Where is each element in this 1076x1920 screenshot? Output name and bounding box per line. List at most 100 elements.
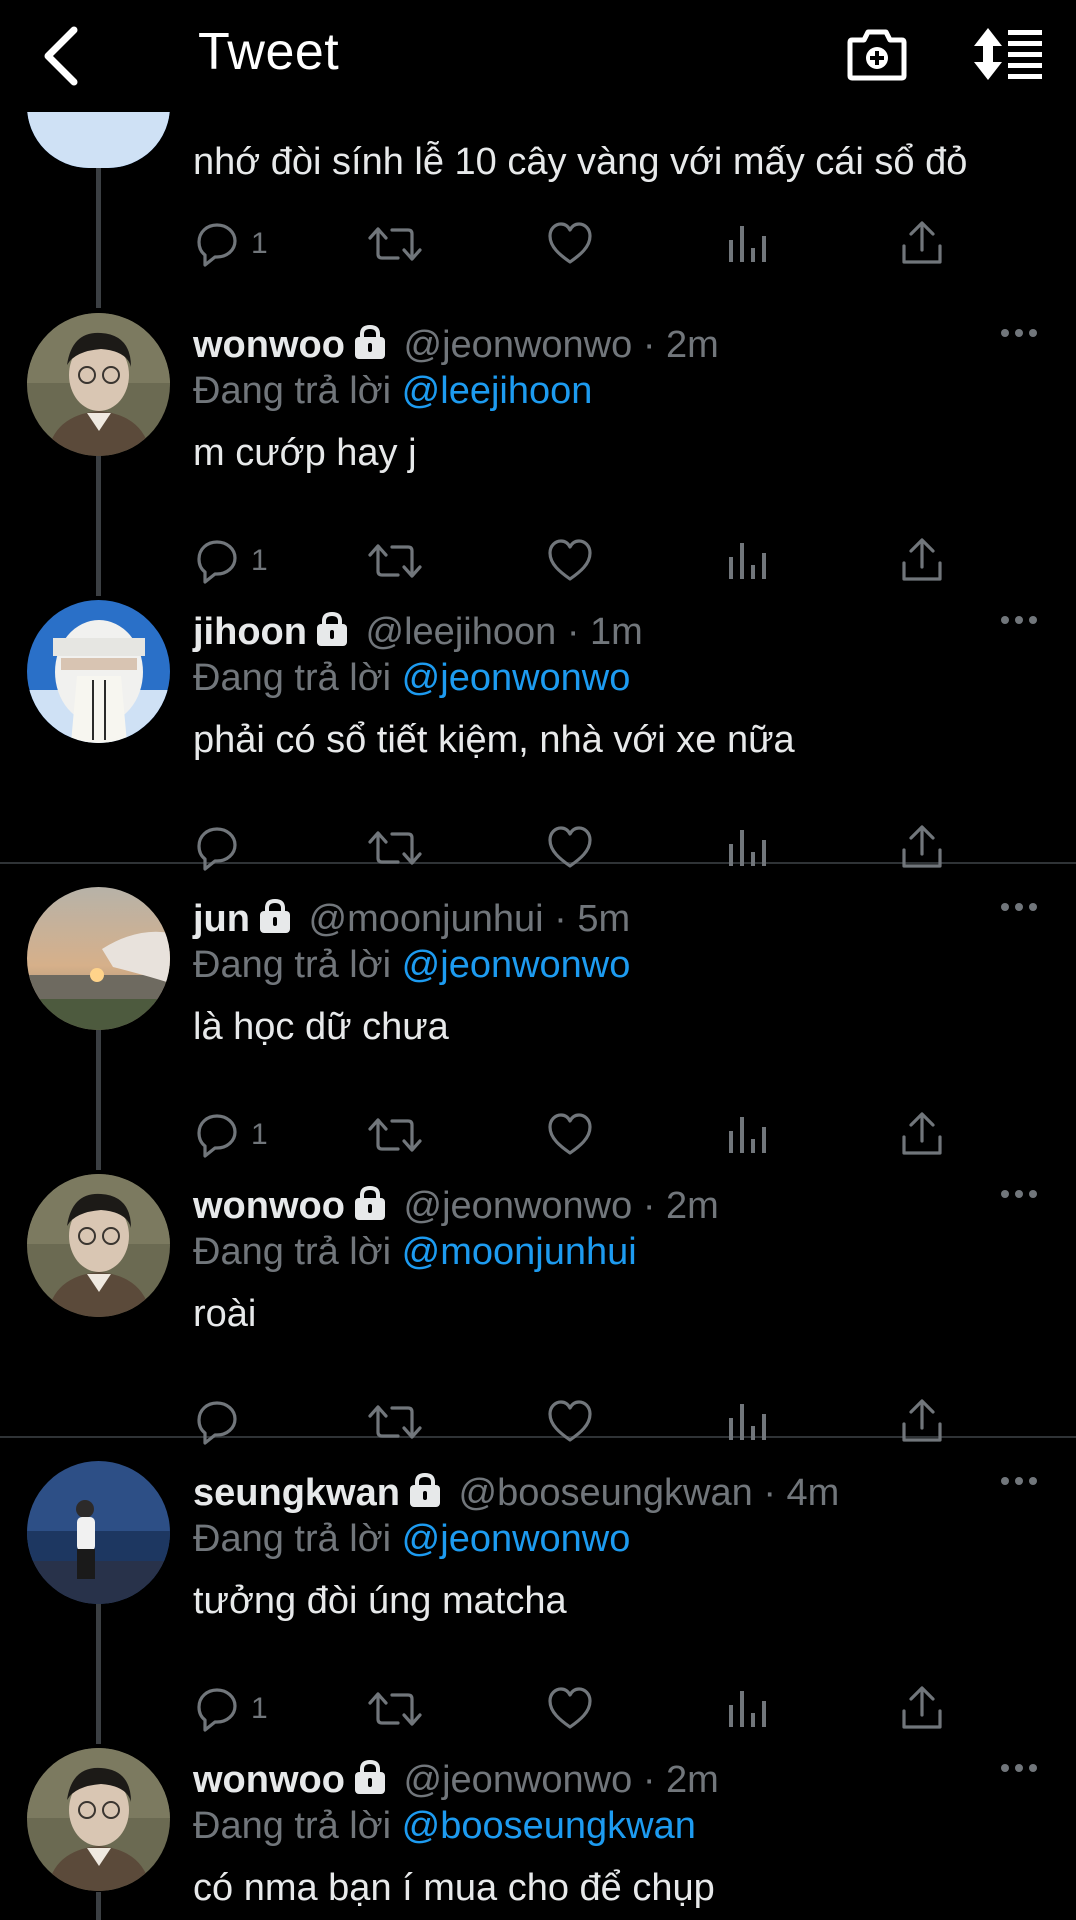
retweet-button[interactable] <box>368 1683 422 1735</box>
share-icon <box>902 1399 942 1442</box>
back-button[interactable] <box>38 24 86 88</box>
mention-link[interactable]: @jeonwonwo <box>402 657 631 699</box>
analytics-button[interactable] <box>723 218 771 270</box>
mention-link[interactable]: @moonjunhui <box>402 1231 637 1273</box>
timestamp[interactable]: 2m <box>666 1759 719 1801</box>
username[interactable]: @moonjunhui <box>309 898 544 940</box>
tweet[interactable]: wonwoo @jeonwonwo · 2m Đang trả lời @moo… <box>0 1174 1076 1461</box>
mention-link[interactable]: @leejihoon <box>402 370 593 412</box>
tweet-actions: 1 <box>193 1683 973 1735</box>
reply-icon <box>197 1114 237 1158</box>
display-name[interactable]: wonwoo <box>193 324 345 366</box>
analytics-button[interactable] <box>723 822 771 874</box>
analytics-icon <box>729 1404 766 1440</box>
timestamp[interactable]: 4m <box>787 1472 840 1514</box>
retweet-button[interactable] <box>368 218 422 270</box>
retweet-icon <box>368 831 422 865</box>
more-icon[interactable] <box>1000 897 1038 917</box>
like-button[interactable] <box>546 822 594 874</box>
share-button[interactable] <box>898 1396 946 1448</box>
more-icon[interactable] <box>1000 323 1038 343</box>
avatar[interactable] <box>27 1174 170 1317</box>
avatar[interactable] <box>27 106 170 168</box>
reply-button[interactable]: 1 <box>193 218 268 270</box>
analytics-button[interactable] <box>723 535 771 587</box>
like-button[interactable] <box>546 1396 594 1448</box>
avatar[interactable] <box>27 1461 170 1604</box>
timestamp[interactable]: 2m <box>666 324 719 366</box>
retweet-button[interactable] <box>368 1109 422 1161</box>
timestamp[interactable]: 2m <box>666 1185 719 1227</box>
tweet-text: roài <box>193 1293 257 1335</box>
camera-button[interactable] <box>846 26 908 82</box>
replying-to: Đang trả lời @jeonwonwo <box>193 1513 630 1565</box>
display-name[interactable]: jihoon <box>193 611 307 653</box>
retweet-icon <box>368 227 422 261</box>
like-button[interactable] <box>546 535 594 587</box>
username[interactable]: @jeonwonwo <box>404 1185 633 1227</box>
reply-button[interactable] <box>193 1396 251 1448</box>
top-bar: Tweet <box>0 0 1076 112</box>
avatar[interactable] <box>27 313 170 456</box>
more-icon[interactable] <box>1000 610 1038 630</box>
share-icon <box>902 1112 942 1155</box>
more-icon[interactable] <box>1000 1184 1038 1204</box>
sort-button[interactable] <box>972 26 1044 82</box>
tweet[interactable]: wonwoo @jeonwonwo · 2m Đang trả lời @lee… <box>0 313 1076 600</box>
display-name[interactable]: wonwoo <box>193 1759 345 1801</box>
tweet-actions: 1 <box>193 1109 973 1161</box>
tweet-actions <box>193 1396 973 1448</box>
tweet[interactable]: wonwoo @jeonwonwo · 2m Đang trả lời @boo… <box>0 1748 1076 1920</box>
like-button[interactable] <box>546 1109 594 1161</box>
like-button[interactable] <box>546 1683 594 1735</box>
replying-to-label: Đang trả lời <box>193 657 392 699</box>
retweet-button[interactable] <box>368 535 422 587</box>
mention-link[interactable]: @booseungkwan <box>402 1805 696 1847</box>
tweet[interactable]: jun @moonjunhui · 5m Đang trả lời @jeonw… <box>0 887 1076 1174</box>
lock-icon <box>352 1760 387 1796</box>
analytics-button[interactable] <box>723 1109 771 1161</box>
analytics-button[interactable] <box>723 1683 771 1735</box>
retweet-button[interactable] <box>368 1396 422 1448</box>
tweet-header: jihoon @leejihoon · 1m <box>193 606 643 658</box>
display-name[interactable]: jun <box>193 898 250 940</box>
mention-link[interactable]: @jeonwonwo <box>402 1518 631 1560</box>
username[interactable]: @jeonwonwo <box>404 324 633 366</box>
reply-button[interactable]: 1 <box>193 1109 268 1161</box>
share-button[interactable] <box>898 1683 946 1735</box>
more-icon[interactable] <box>1000 1471 1038 1491</box>
mention-link[interactable]: @jeonwonwo <box>402 944 631 986</box>
tweet[interactable]: seungkwan @booseungkwan · 4m Đang trả lờ… <box>0 1461 1076 1748</box>
reply-button[interactable]: 1 <box>193 535 268 587</box>
display-name[interactable]: seungkwan <box>193 1472 400 1514</box>
username[interactable]: @booseungkwan <box>459 1472 753 1514</box>
avatar[interactable] <box>27 600 170 743</box>
avatar[interactable] <box>27 1748 170 1891</box>
reply-button[interactable]: 1 <box>193 1683 268 1735</box>
separator: · <box>554 898 567 940</box>
reply-button[interactable] <box>193 822 251 874</box>
analytics-icon <box>729 226 766 262</box>
username[interactable]: @leejihoon <box>366 611 557 653</box>
share-button[interactable] <box>898 1109 946 1161</box>
display-name[interactable]: wonwoo <box>193 1185 345 1227</box>
share-button[interactable] <box>898 218 946 270</box>
retweet-button[interactable] <box>368 822 422 874</box>
tweet[interactable]: jihoon @leejihoon · 1m Đang trả lời @jeo… <box>0 600 1076 887</box>
share-button[interactable] <box>898 822 946 874</box>
more-icon[interactable] <box>1000 1758 1038 1778</box>
reply-icon <box>197 1401 237 1445</box>
separator: · <box>642 1759 656 1801</box>
timestamp[interactable]: 1m <box>590 611 643 653</box>
timestamp[interactable]: 5m <box>577 898 630 940</box>
tweet-header: wonwoo @jeonwonwo · 2m <box>193 1180 719 1232</box>
tweet-text: có nma bạn í mua cho để chụp <box>193 1867 715 1909</box>
analytics-icon <box>729 1117 766 1153</box>
share-button[interactable] <box>898 535 946 587</box>
username[interactable]: @jeonwonwo <box>404 1759 633 1801</box>
avatar[interactable] <box>27 887 170 1030</box>
retweet-icon <box>368 1118 422 1152</box>
replying-to: Đang trả lời @moonjunhui <box>193 1226 637 1278</box>
analytics-button[interactable] <box>723 1396 771 1448</box>
like-button[interactable] <box>546 218 594 270</box>
